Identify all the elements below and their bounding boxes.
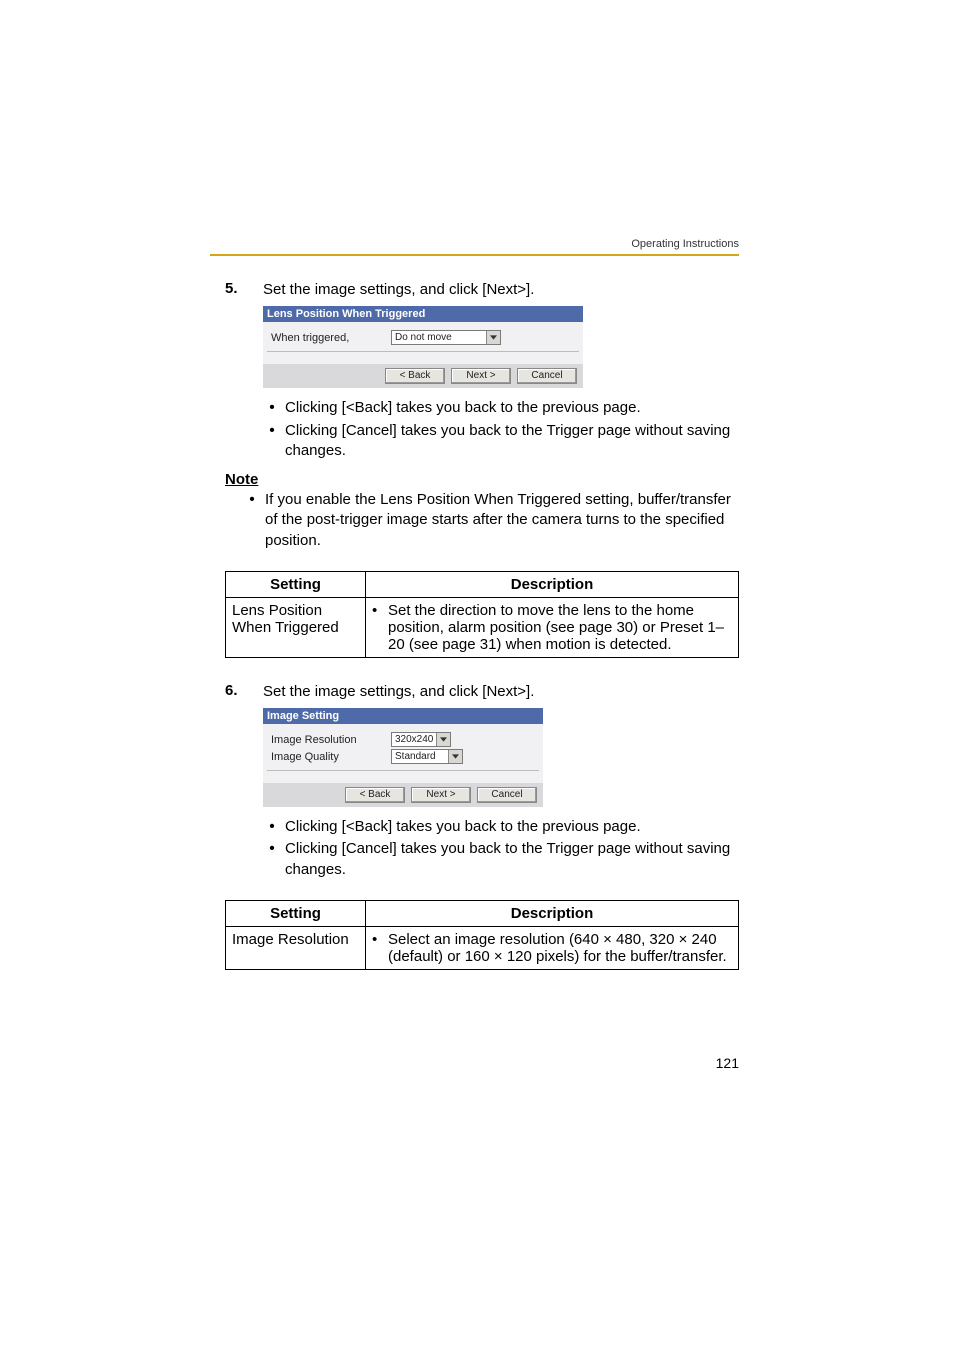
table-row: Setting Description	[226, 900, 739, 926]
page-content: 5. Set the image settings, and click [Ne…	[225, 240, 739, 970]
step-6: 6. Set the image settings, and click [Ne…	[225, 682, 739, 702]
table-cell-setting: Lens Position When Triggered	[226, 597, 366, 657]
table-header-description: Description	[366, 571, 739, 597]
image-setting-panel: Image Setting Image Resolution 320x240 I…	[263, 708, 543, 807]
panel-divider	[267, 770, 539, 771]
table-header-setting: Setting	[226, 900, 366, 926]
image-quality-dropdown[interactable]: Standard	[391, 749, 463, 764]
next-button[interactable]: Next >	[451, 368, 511, 384]
step-6-text: Set the image settings, and click [Next>…	[263, 682, 739, 702]
when-triggered-dropdown[interactable]: Do not move	[391, 330, 501, 345]
image-setting-panel-title: Image Setting	[263, 708, 543, 724]
step-5-bullets: Clicking [<Back] takes you back to the p…	[263, 398, 739, 461]
back-button[interactable]: < Back	[385, 368, 445, 384]
chevron-down-icon[interactable]	[486, 331, 500, 344]
bullet-icon: •	[372, 602, 388, 653]
image-resolution-row: Image Resolution 320x240	[271, 732, 535, 747]
image-resolution-table: Setting Description Image Resolution • S…	[225, 900, 739, 970]
header-rule	[210, 254, 739, 256]
step-5: 5. Set the image settings, and click [Ne…	[225, 280, 739, 300]
note-heading: Note	[225, 471, 739, 488]
table-header-description: Description	[366, 900, 739, 926]
cancel-button[interactable]: Cancel	[517, 368, 577, 384]
step-5-number: 5.	[225, 280, 263, 300]
table-cell-description: • Select an image resolution (640 × 480,…	[366, 926, 739, 969]
bullet-icon: •	[372, 931, 388, 965]
table-cell-text: Select an image resolution (640 × 480, 3…	[388, 931, 732, 965]
step-5-text: Set the image settings, and click [Next>…	[263, 280, 739, 300]
lens-position-panel-body: When triggered, Do not move	[263, 322, 583, 364]
back-button[interactable]: < Back	[345, 787, 405, 803]
chevron-down-icon[interactable]	[448, 750, 462, 763]
table-row: Lens Position When Triggered • Set the d…	[226, 597, 739, 657]
image-resolution-value: 320x240	[395, 734, 436, 745]
image-resolution-label: Image Resolution	[271, 734, 391, 746]
table-row: Setting Description	[226, 571, 739, 597]
running-head: Operating Instructions	[631, 238, 739, 250]
table-row: Image Resolution • Select an image resol…	[226, 926, 739, 969]
image-quality-label: Image Quality	[271, 751, 391, 763]
table-cell-description: • Set the direction to move the lens to …	[366, 597, 739, 657]
when-triggered-row: When triggered, Do not move	[271, 330, 575, 345]
when-triggered-label: When triggered,	[271, 332, 391, 344]
table-cell-setting: Image Resolution	[226, 926, 366, 969]
lens-position-panel-title: Lens Position When Triggered	[263, 306, 583, 322]
note-bullet-1: If you enable the Lens Position When Tri…	[263, 490, 739, 551]
panel-divider	[267, 351, 579, 352]
chevron-down-icon[interactable]	[436, 733, 450, 746]
lens-position-table: Setting Description Lens Position When T…	[225, 571, 739, 658]
image-quality-value: Standard	[395, 751, 448, 762]
image-resolution-dropdown[interactable]: 320x240	[391, 732, 451, 747]
cancel-button[interactable]: Cancel	[477, 787, 537, 803]
image-quality-row: Image Quality Standard	[271, 749, 535, 764]
when-triggered-value: Do not move	[395, 332, 486, 343]
step-5-bullet-1: Clicking [<Back] takes you back to the p…	[283, 398, 739, 418]
lens-position-button-bar: < Back Next > Cancel	[263, 364, 583, 388]
table-cell-text: Set the direction to move the lens to th…	[388, 602, 732, 653]
step-6-number: 6.	[225, 682, 263, 702]
note-bullets: If you enable the Lens Position When Tri…	[243, 490, 739, 551]
image-setting-button-bar: < Back Next > Cancel	[263, 783, 543, 807]
next-button[interactable]: Next >	[411, 787, 471, 803]
step-6-bullet-1: Clicking [<Back] takes you back to the p…	[283, 817, 739, 837]
table-header-setting: Setting	[226, 571, 366, 597]
step-6-bullet-2: Clicking [Cancel] takes you back to the …	[283, 839, 739, 880]
step-6-bullets: Clicking [<Back] takes you back to the p…	[263, 817, 739, 880]
lens-position-panel: Lens Position When Triggered When trigge…	[263, 306, 583, 388]
page-number: 121	[716, 1055, 739, 1071]
image-setting-panel-body: Image Resolution 320x240 Image Quality S…	[263, 724, 543, 783]
step-5-bullet-2: Clicking [Cancel] takes you back to the …	[283, 421, 739, 462]
